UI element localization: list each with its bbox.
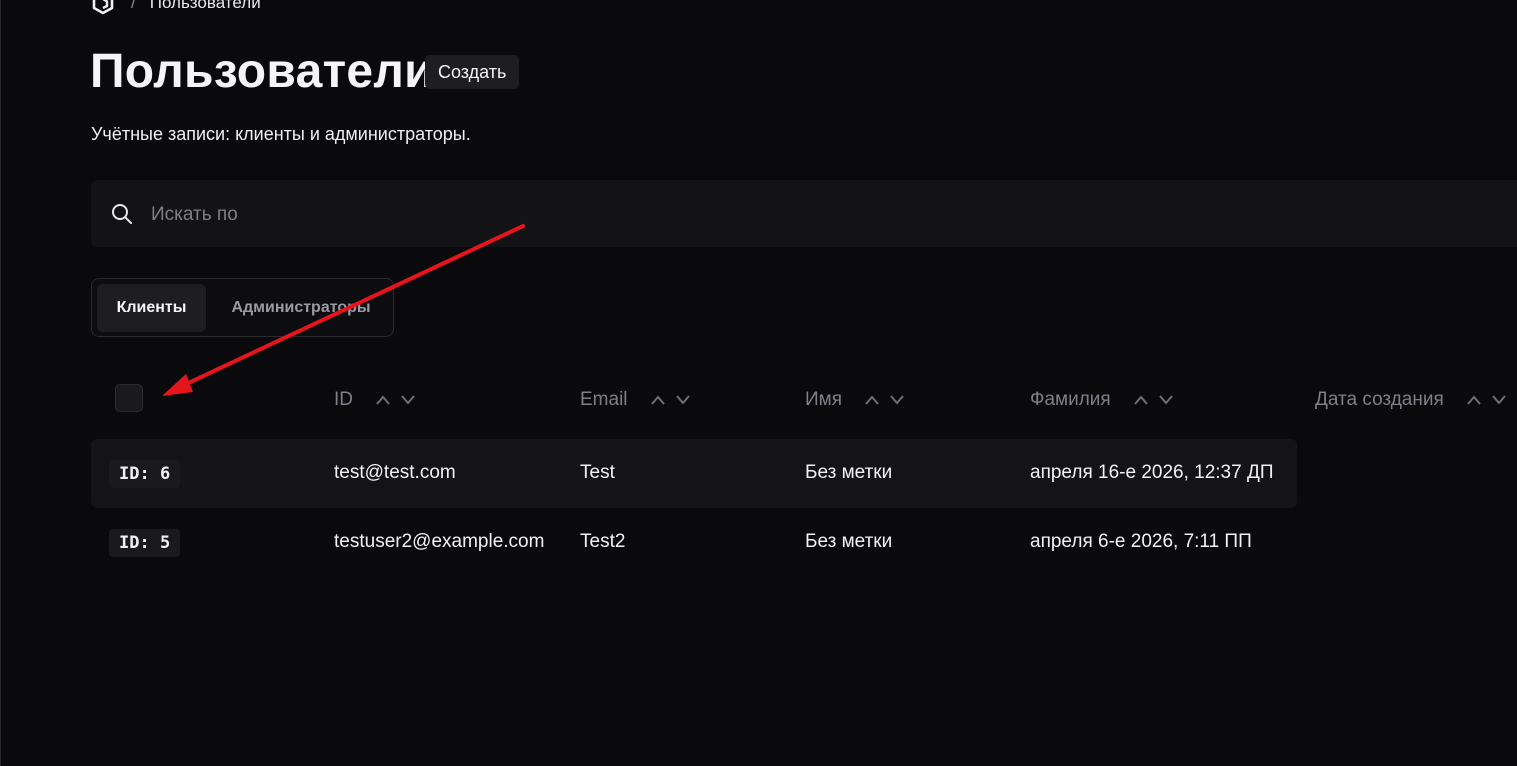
search-icon [111,203,133,225]
cell-last-name: Без метки [805,531,893,552]
cell-email: testuser2@example.com [334,531,545,552]
search-input[interactable] [149,198,1453,232]
sort-descending-icon[interactable] [1491,394,1507,406]
cell-first-name: Test2 [580,531,626,552]
cell-created: апреля 6-е 2026, 7:11 ПП [1030,531,1252,552]
search-bar [91,180,1517,247]
cell-email: test@test.com [334,462,456,483]
column-header-email[interactable]: Email [580,388,691,412]
column-header-label: Email [580,389,628,410]
column-header-label: Фамилия [1030,389,1111,410]
sort-descending-icon[interactable] [400,394,416,406]
sort-ascending-icon[interactable] [375,394,391,406]
breadcrumb: / Пользователи [91,0,261,15]
sort-controls [864,394,905,406]
id-badge: ID: 5 [109,529,181,557]
column-header-last-name[interactable]: Фамилия [1030,388,1174,412]
select-all-checkbox[interactable] [115,384,143,412]
sort-ascending-icon[interactable] [864,394,880,406]
sort-descending-icon[interactable] [1158,394,1174,406]
tab-clients[interactable]: Клиенты [97,284,206,332]
sort-controls [1133,394,1174,406]
user-type-tabs: Клиенты Администраторы [91,278,394,337]
table-row[interactable]: ID: 5 testuser2@example.com Test2 Без ме… [91,508,1297,577]
table-row[interactable]: ID: 6 test@test.com Test Без метки апрел… [91,439,1297,508]
page-subtitle: Учётные записи: клиенты и администраторы… [91,124,471,144]
column-header-created[interactable]: Дата создания [1315,388,1507,412]
breadcrumb-separator: / [131,0,136,12]
create-button[interactable]: Создать [425,55,520,89]
sort-controls [650,394,691,406]
column-header-label: Дата создания [1315,389,1444,410]
sort-ascending-icon[interactable] [1466,394,1482,406]
sort-descending-icon[interactable] [675,394,691,406]
sort-ascending-icon[interactable] [650,394,666,406]
annotation-arrow [162,224,525,396]
users-page: / Пользователи Пользователи Создать Учёт… [0,0,1517,766]
sort-descending-icon[interactable] [889,394,905,406]
column-header-first-name[interactable]: Имя [805,388,905,412]
hexagon-logo-icon[interactable] [91,0,117,15]
id-badge: ID: 6 [109,460,181,488]
cell-last-name: Без метки [805,462,893,483]
sort-controls [375,394,416,406]
sidebar-divider [0,0,1,766]
sort-ascending-icon[interactable] [1133,394,1149,406]
sort-controls [1466,394,1507,406]
column-header-label: Имя [805,389,843,410]
cell-created: апреля 16-е 2026, 12:37 ДП [1030,462,1274,483]
cell-first-name: Test [580,462,615,483]
breadcrumb-current: Пользователи [149,0,261,12]
column-header-label: ID [334,389,353,410]
page-title: Пользователи [90,45,434,98]
column-header-id[interactable]: ID [334,388,416,412]
tab-administrators[interactable]: Администраторы [216,284,386,332]
